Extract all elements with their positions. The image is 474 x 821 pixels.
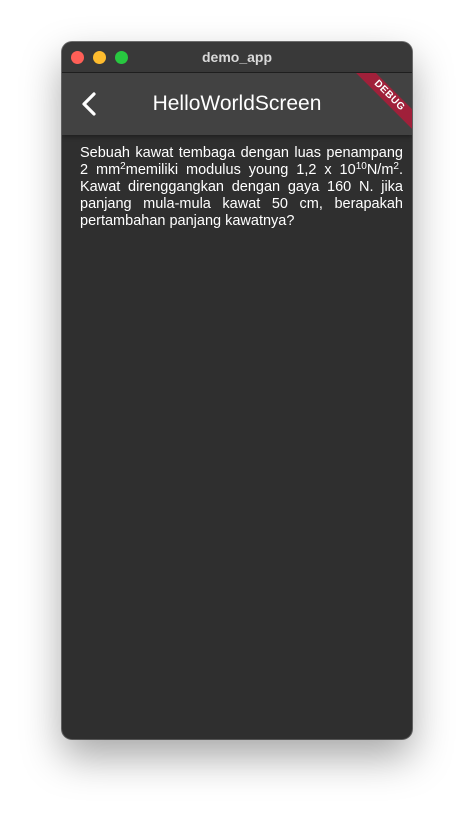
superscript-2: 10 xyxy=(355,161,367,172)
screen-title: HelloWorldScreen xyxy=(152,92,322,115)
app-window: demo_app HelloWorldScreen DEBUG Sebuah k… xyxy=(62,42,412,739)
question-text: Sebuah kawat tembaga dengan luas penampa… xyxy=(80,145,403,230)
back-button[interactable] xyxy=(72,86,108,122)
debug-banner: DEBUG xyxy=(348,73,412,137)
question-text-part-2: memiliki modulus young 1,2 x 10 xyxy=(125,162,356,178)
window-titlebar[interactable]: demo_app xyxy=(62,42,412,73)
window-title: demo_app xyxy=(201,49,272,65)
debug-ribbon-label: DEBUG xyxy=(352,73,412,133)
chevron-left-icon xyxy=(82,92,96,116)
question-text-part-3: N/m xyxy=(366,162,394,178)
